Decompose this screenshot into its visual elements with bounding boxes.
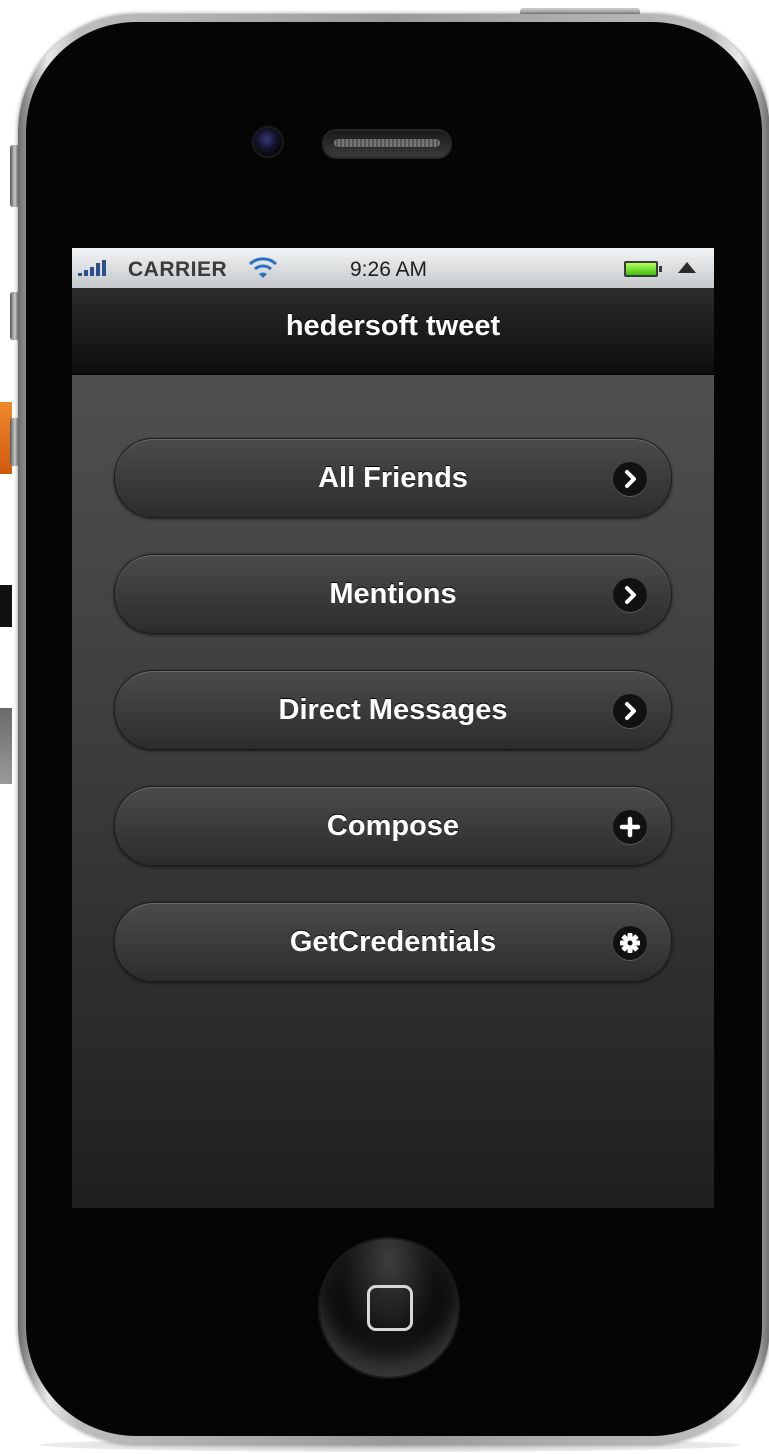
chevron-right-icon	[613, 462, 647, 496]
speaker-mesh	[334, 139, 440, 147]
app-screen: CARRIER 9:26 AM hedersoft tweet All Frie…	[72, 248, 714, 1208]
menu-item-label: Mentions	[329, 578, 457, 610]
menu-item-label: All Friends	[318, 462, 468, 494]
menu-item-label: GetCredentials	[289, 926, 497, 958]
status-time: 9:26 AM	[350, 258, 428, 281]
status-bar: CARRIER 9:26 AM	[72, 248, 714, 288]
background-black-fragment	[0, 585, 12, 627]
compose-button[interactable]: Compose	[114, 786, 672, 866]
chevron-right-icon	[613, 578, 647, 612]
carrier-label: CARRIER	[128, 258, 228, 281]
home-button[interactable]	[320, 1239, 458, 1377]
plus-icon	[613, 810, 647, 844]
all-friends-button[interactable]: All Friends	[114, 438, 672, 518]
chevron-right-icon	[613, 694, 647, 728]
menu-item-label: Compose	[326, 810, 460, 842]
location-arrow-icon	[678, 262, 696, 273]
battery-icon	[624, 261, 662, 277]
speaker-grille	[322, 129, 452, 159]
main-menu: All Friends Mentions Direct Messages Com…	[114, 438, 672, 1018]
background-grey-fragment	[0, 708, 12, 784]
direct-messages-button[interactable]: Direct Messages	[114, 670, 672, 750]
gear-icon	[613, 926, 647, 960]
home-square-icon	[367, 1285, 413, 1331]
page-title: hedersoft tweet	[285, 310, 501, 342]
get-credentials-button[interactable]: GetCredentials	[114, 902, 672, 982]
signal-strength-icon	[78, 260, 106, 276]
wifi-icon	[248, 257, 278, 278]
menu-item-label: Direct Messages	[278, 694, 508, 726]
mentions-button[interactable]: Mentions	[114, 554, 672, 634]
app-header: hedersoft tweet	[72, 288, 714, 375]
camera-icon	[252, 126, 284, 158]
